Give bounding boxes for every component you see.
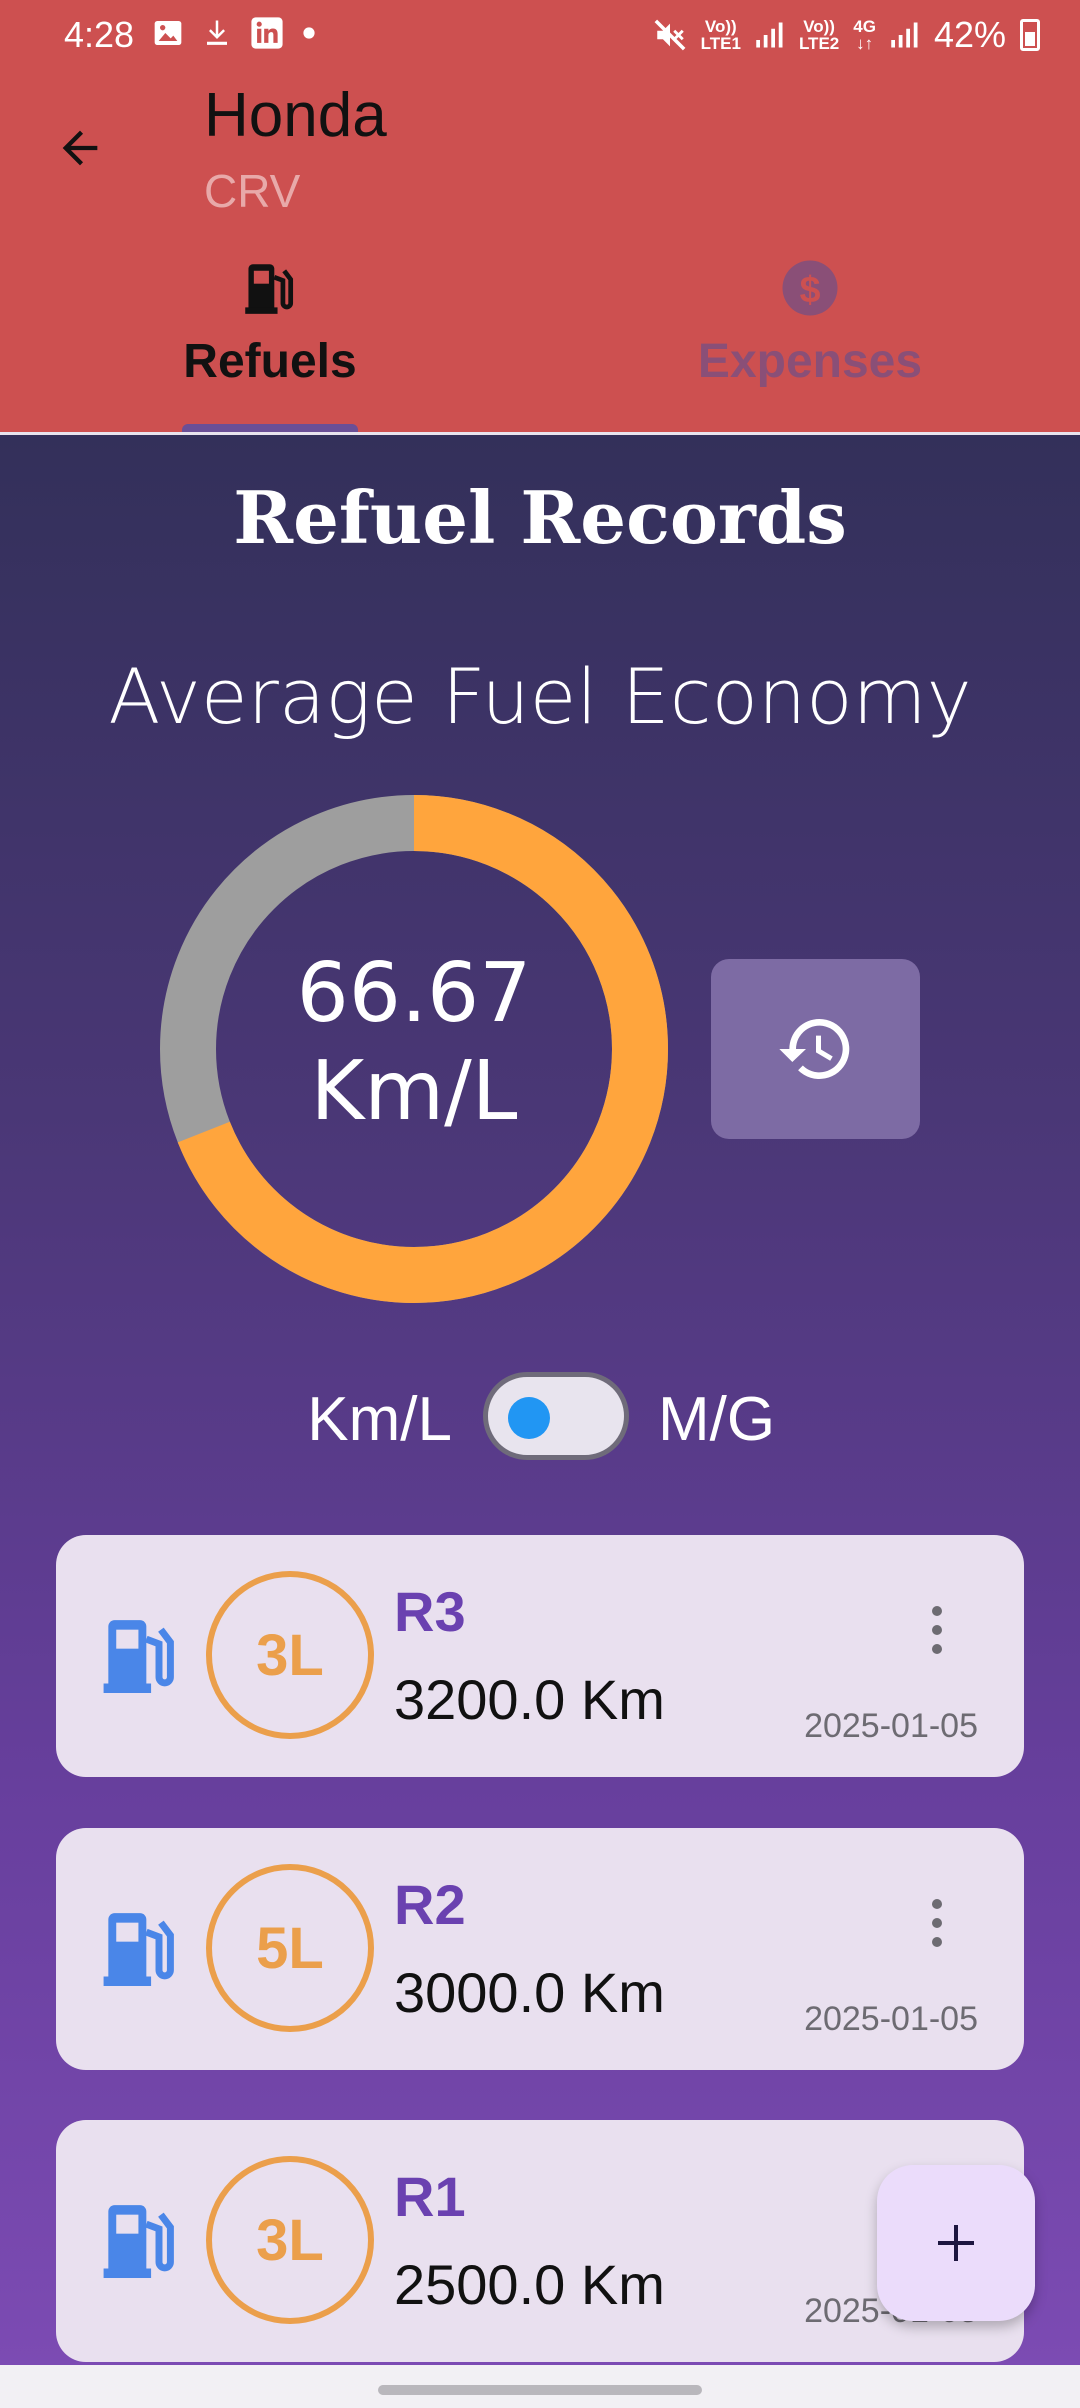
economy-unit: Km/L <box>310 1044 518 1139</box>
signal-icon <box>756 22 783 48</box>
app-header: 4:28 Vo)) LTE1 Vo)) LTE2 4G ↓↑ 42% Honda CR… <box>0 0 1080 435</box>
record-odometer: 2500.0 Km <box>394 2253 665 2316</box>
arrow-left-icon <box>62 130 98 166</box>
fuel-amount-badge: 5L <box>206 1864 374 2032</box>
fuel-pump-icon <box>103 1620 174 1693</box>
more-options-icon[interactable] <box>912 1888 962 1958</box>
gesture-handle[interactable] <box>378 2385 702 2395</box>
record-date: 2025-01-05 <box>804 2000 978 2038</box>
fuel-pump-icon <box>245 264 294 314</box>
record-name: R3 <box>394 1580 466 1643</box>
download-icon <box>207 20 227 45</box>
record-odometer: 3000.0 Km <box>394 1961 665 2024</box>
economy-readout: 66.67 Km/L <box>160 945 668 1141</box>
signal-icon <box>891 22 918 48</box>
unit-toggle-switch[interactable] <box>483 1372 629 1460</box>
battery-percent: 42% <box>933 14 1006 55</box>
record-date: 2025-01-05 <box>804 1707 978 1745</box>
network-label: 4G ↓↑ <box>853 17 876 53</box>
tab-expenses[interactable]: $ Expenses <box>540 256 1080 434</box>
history-icon <box>778 1019 849 1079</box>
record-name: R1 <box>394 2165 466 2228</box>
unit-mpg-label: M/G <box>658 1385 776 1454</box>
unit-kml-label: Km/L <box>307 1385 452 1454</box>
battery-icon <box>1020 19 1040 51</box>
dot-icon <box>303 27 315 39</box>
status-bar: 4:28 Vo)) LTE1 Vo)) LTE2 4G ↓↑ 42% <box>0 0 1080 72</box>
fuel-amount-badge: 3L <box>206 2156 374 2324</box>
dollar-icon: $ <box>782 260 838 316</box>
record-odometer: 3200.0 Km <box>394 1668 665 1731</box>
record-name: R2 <box>394 1873 466 1936</box>
history-button[interactable] <box>711 959 920 1139</box>
fuel-pump-icon <box>103 1913 174 1986</box>
image-icon <box>154 21 182 45</box>
sim1-label: Vo)) LTE1 <box>700 17 741 53</box>
sim2-label: Vo)) LTE2 <box>798 17 840 53</box>
vehicle-make: Honda <box>204 81 387 150</box>
linkedin-icon <box>251 17 283 49</box>
fuel-amount-badge: 3L <box>206 1571 374 1739</box>
page-heading: Refuel Records <box>233 475 847 560</box>
switch-knob <box>508 1397 550 1439</box>
vehicle-model: CRV <box>204 165 301 217</box>
back-button[interactable] <box>44 112 116 184</box>
plus-icon <box>938 2225 974 2261</box>
fuel-pump-icon <box>103 2205 174 2278</box>
average-economy-label: Average Fuel Economy <box>108 652 972 741</box>
tab-refuels[interactable]: Refuels <box>0 256 540 434</box>
refuel-record-card[interactable]: 3L R3 3200.0 Km 2025-01-05 <box>56 1535 1024 1777</box>
status-system-icons: Vo)) LTE1 Vo)) LTE2 4G ↓↑ 42% <box>653 14 1040 56</box>
tab-refuels-label: Refuels <box>183 335 357 388</box>
more-options-icon[interactable] <box>912 1595 962 1665</box>
economy-value: 66.67 <box>296 946 532 1041</box>
mute-icon <box>654 19 686 51</box>
add-refuel-button[interactable] <box>877 2165 1035 2321</box>
refuel-record-card[interactable]: 5L R2 3000.0 Km 2025-01-05 <box>56 1828 1024 2070</box>
tab-expenses-label: Expenses <box>697 335 923 388</box>
svg-text:$: $ <box>800 268 821 310</box>
status-notification-icons <box>152 16 316 50</box>
status-time: 4:28 <box>64 14 135 55</box>
unit-toggle-row: Km/L M/G <box>0 1370 1080 1460</box>
system-nav-bar <box>0 2365 1080 2408</box>
